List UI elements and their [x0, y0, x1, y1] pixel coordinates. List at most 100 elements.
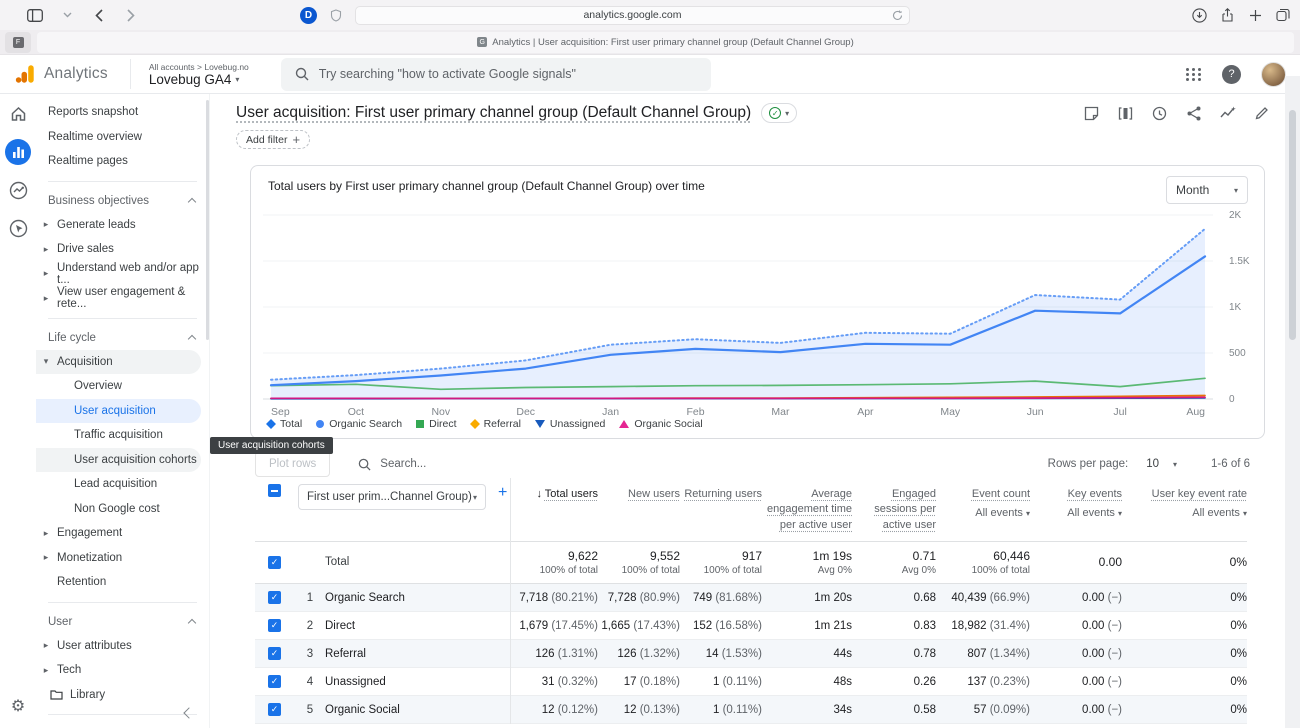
- sidebar-item-life-cycle[interactable]: Life cycle: [36, 326, 209, 350]
- chevron-up-icon: [188, 198, 196, 206]
- table-row-direct[interactable]: ✓ 2 Direct1,679 (17.45%)1,665 (17.43%)15…: [255, 612, 1247, 640]
- metric-cell: 126 (1.32%): [598, 640, 680, 667]
- row-checkbox[interactable]: ✓: [268, 647, 281, 660]
- check-circle-icon: ✓: [769, 107, 781, 119]
- sidebar-item-business-objectives[interactable]: Business objectives: [36, 189, 209, 213]
- apps-grid-icon[interactable]: [1186, 68, 1202, 81]
- advertising-icon[interactable]: [5, 215, 31, 241]
- events-filter-select[interactable]: All events ▾: [1152, 506, 1247, 521]
- help-icon[interactable]: ?: [1222, 65, 1241, 84]
- legend-item-direct[interactable]: Direct: [416, 418, 456, 430]
- row-checkbox[interactable]: ✓: [268, 591, 281, 604]
- column-header-returning-users[interactable]: Returning users: [680, 484, 762, 533]
- sidebar-item-user-acquisition-cohorts[interactable]: User acquisition cohorts: [36, 448, 201, 473]
- sidebar-item-non-google-cost[interactable]: Non Google cost: [36, 497, 201, 522]
- data-quality-badge[interactable]: ✓ ▾: [761, 103, 797, 123]
- plot-rows-button[interactable]: Plot rows: [255, 451, 330, 477]
- sidebar-item-view-user-engagement-rete[interactable]: ▸View user engagement & rete...: [36, 286, 201, 311]
- clock-icon[interactable]: [1151, 105, 1168, 122]
- sidebar-item-user-acquisition[interactable]: User acquisition: [36, 399, 201, 424]
- privacy-shield-icon[interactable]: [327, 6, 345, 24]
- dimension-selector[interactable]: First user prim...Channel Group)▾: [298, 484, 486, 510]
- column-header-event-count[interactable]: Event countAll events ▾: [936, 484, 1030, 533]
- column-header-user-key-event-rate[interactable]: User key event rateAll events ▾: [1122, 484, 1247, 533]
- sidebar-item-user-attributes[interactable]: ▸User attributes: [36, 634, 201, 659]
- table-row-organic-search[interactable]: ✓ 1 Organic Search7,718 (80.21%)7,728 (8…: [255, 584, 1247, 612]
- plus-icon: +: [292, 132, 300, 147]
- row-checkbox[interactable]: ✓: [268, 675, 281, 688]
- metric-cell: 0.00 (−): [1030, 612, 1122, 639]
- account-switcher[interactable]: All accounts > Lovebug.no Lovebug GA4▾: [130, 59, 249, 89]
- sidebar-item-realtime-pages[interactable]: Realtime pages: [36, 149, 201, 174]
- pinned-tab[interactable]: F: [5, 32, 31, 53]
- comparison-icon[interactable]: [1117, 105, 1134, 122]
- downloads-icon[interactable]: [1190, 6, 1208, 24]
- browser-extension-icon[interactable]: D: [300, 7, 317, 24]
- column-header-total-users[interactable]: ↓ Total users: [510, 484, 598, 533]
- events-filter-select[interactable]: All events ▾: [972, 506, 1030, 521]
- table-row-unassigned[interactable]: ✓ 4 Unassigned31 (0.32%)17 (0.18%)1 (0.1…: [255, 668, 1247, 696]
- row-checkbox[interactable]: ✓: [268, 556, 281, 569]
- global-search[interactable]: Try searching "how to activate Google si…: [281, 58, 711, 91]
- column-header-engaged-sessions-per-active-user[interactable]: Engaged sessions per active user: [852, 484, 936, 533]
- column-header-new-users[interactable]: New users: [598, 484, 680, 533]
- sidebar-scrollbar[interactable]: [206, 100, 209, 340]
- reload-icon[interactable]: [888, 6, 906, 24]
- sidebar-item-understand-web-and-or-app-t[interactable]: ▸Understand web and/or app t...: [36, 262, 201, 287]
- back-button[interactable]: [90, 6, 108, 24]
- sidebar-item-reports-snapshot[interactable]: Reports snapshot: [36, 100, 201, 125]
- active-tab[interactable]: G Analytics | User acquisition: First us…: [37, 32, 1294, 53]
- home-icon[interactable]: [5, 101, 31, 127]
- insights-icon[interactable]: [1219, 105, 1236, 122]
- events-filter-select[interactable]: All events ▾: [1067, 506, 1122, 521]
- url-bar[interactable]: analytics.google.com: [355, 6, 910, 25]
- explore-icon[interactable]: [5, 177, 31, 203]
- legend-item-referral[interactable]: Referral: [471, 418, 521, 430]
- share-report-icon[interactable]: [1185, 105, 1202, 122]
- new-tab-icon[interactable]: [1246, 6, 1264, 24]
- admin-gear-icon[interactable]: ⚙: [0, 696, 36, 716]
- row-checkbox[interactable]: ✓: [268, 619, 281, 632]
- legend-item-organic-social[interactable]: Organic Social: [619, 418, 702, 430]
- table-row-organic-social[interactable]: ✓ 5 Organic Social12 (0.12%)12 (0.13%)1 …: [255, 696, 1247, 724]
- collapse-sidebar-button[interactable]: [185, 708, 193, 720]
- sidebar-item-lead-acquisition[interactable]: Lead acquisition: [36, 472, 201, 497]
- sidebar-item-library[interactable]: Library: [36, 683, 209, 708]
- avatar[interactable]: [1261, 62, 1286, 87]
- forward-button[interactable]: [122, 6, 140, 24]
- sidebar-item-overview[interactable]: Overview: [36, 374, 201, 399]
- add-dimension-button[interactable]: +: [498, 484, 507, 502]
- edit-icon[interactable]: [1253, 105, 1270, 122]
- tab-overview-icon[interactable]: [1274, 6, 1292, 24]
- sidebar-section-label: Business objectives: [48, 195, 149, 207]
- reports-icon[interactable]: [5, 139, 31, 165]
- notes-icon[interactable]: [1083, 105, 1100, 122]
- page-scrollbar-thumb[interactable]: [1289, 110, 1296, 340]
- interval-select[interactable]: Month ▾: [1166, 176, 1248, 204]
- sidebar-item-generate-leads[interactable]: ▸Generate leads: [36, 213, 201, 238]
- sidebar-item-engagement[interactable]: ▸Engagement: [36, 521, 201, 546]
- sidebar-item-monetization[interactable]: ▸Monetization: [36, 546, 201, 571]
- add-filter-button[interactable]: Add filter +: [236, 130, 310, 149]
- sidebar-item-traffic-acquisition[interactable]: Traffic acquisition: [36, 423, 201, 448]
- select-all-checkbox[interactable]: [268, 484, 281, 497]
- sidebar-item-retention[interactable]: Retention: [36, 570, 201, 595]
- column-header-key-events[interactable]: Key eventsAll events ▾: [1030, 484, 1122, 533]
- legend-item-total[interactable]: Total: [267, 418, 302, 430]
- sidebar-item-realtime-overview[interactable]: Realtime overview: [36, 125, 201, 150]
- sidebar-item-drive-sales[interactable]: ▸Drive sales: [36, 237, 201, 262]
- legend-item-organic-search[interactable]: Organic Search: [316, 418, 402, 430]
- sidebar-item-acquisition[interactable]: ▾Acquisition: [36, 350, 201, 375]
- legend-item-unassigned[interactable]: Unassigned: [535, 418, 605, 430]
- column-header-average-engagement-time-per-active-user[interactable]: Average engagement time per active user: [762, 484, 852, 533]
- sidebar-item-tech[interactable]: ▸Tech: [36, 658, 201, 683]
- sidebar-item-user[interactable]: User: [36, 610, 209, 634]
- table-row-referral[interactable]: ✓ 3 Referral126 (1.31%)126 (1.32%)14 (1.…: [255, 640, 1247, 668]
- share-icon[interactable]: [1218, 6, 1236, 24]
- chevron-down-icon[interactable]: [58, 6, 76, 24]
- rows-per-page-select[interactable]: 10 ▾: [1146, 458, 1177, 470]
- sidebar-toggle-icon[interactable]: [26, 6, 44, 24]
- row-checkbox[interactable]: ✓: [268, 703, 281, 716]
- table-search[interactable]: Search...: [358, 458, 426, 471]
- page-title[interactable]: User acquisition: First user primary cha…: [236, 104, 751, 122]
